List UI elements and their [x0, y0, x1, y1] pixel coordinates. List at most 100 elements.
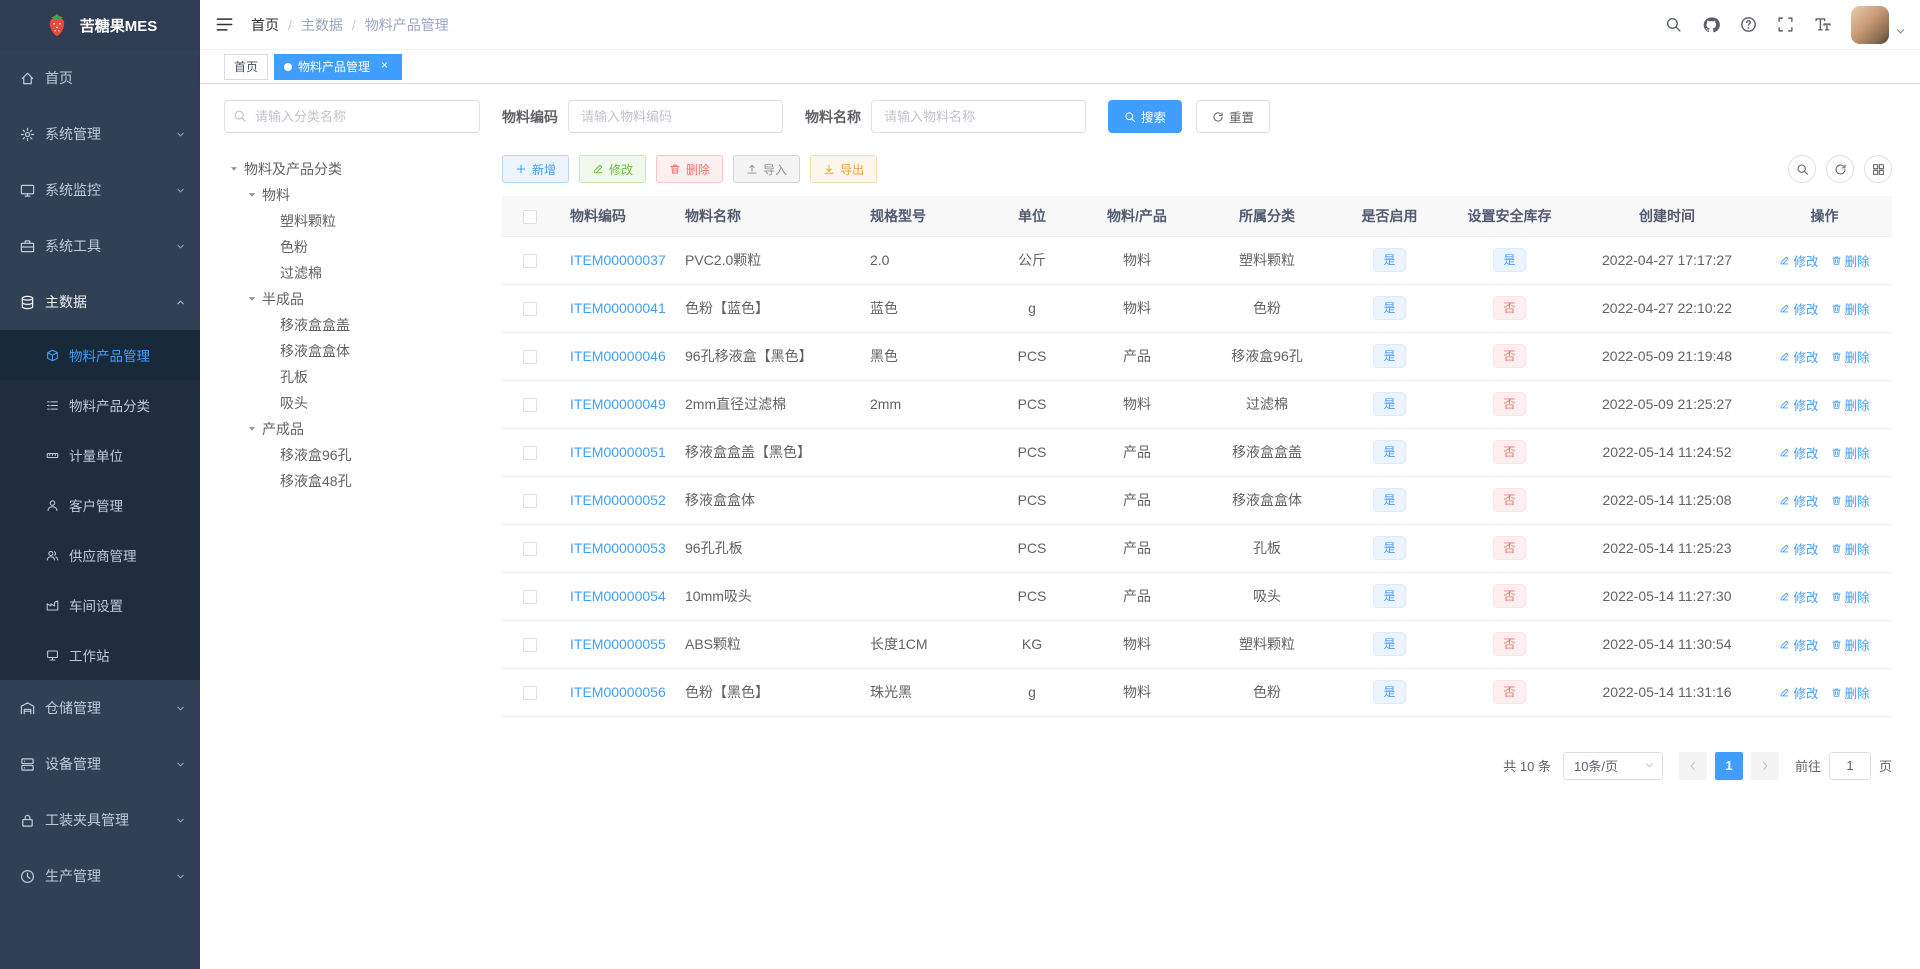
material-code-input[interactable]	[568, 100, 783, 133]
search-icon[interactable]	[1788, 155, 1816, 183]
tree-node[interactable]: 移液盒盒盖	[224, 312, 480, 338]
material-name-input[interactable]	[871, 100, 1086, 133]
tree-node[interactable]: 孔板	[224, 364, 480, 390]
refresh-icon[interactable]	[1826, 155, 1854, 183]
sidebar-item-supplier-management[interactable]: 供应商管理	[0, 530, 200, 580]
material-code-link[interactable]: ITEM00000052	[570, 492, 666, 508]
import-button[interactable]: 导入	[733, 155, 801, 183]
row-checkbox[interactable]	[522, 542, 537, 557]
row-checkbox[interactable]	[522, 398, 537, 413]
reset-button[interactable]: 重置	[1196, 100, 1271, 133]
page-size-select[interactable]: 10条/页	[1562, 751, 1663, 780]
sidebar-item-system-management[interactable]: 系统管理	[0, 106, 200, 162]
columns-icon[interactable]	[1864, 155, 1892, 183]
delete-row-link[interactable]: 删除	[1831, 299, 1870, 318]
delete-row-link[interactable]: 删除	[1831, 683, 1870, 702]
tree-node[interactable]: 色粉	[224, 234, 480, 260]
edit-row-link[interactable]: 修改	[1779, 491, 1819, 510]
delete-row-link[interactable]: 删除	[1831, 251, 1870, 270]
sidebar-item-material-product-management[interactable]: 物料产品管理	[0, 330, 200, 380]
next-page-button[interactable]	[1750, 751, 1779, 780]
add-button[interactable]: 新增	[502, 155, 570, 183]
sidebar-item-equipment-management[interactable]: 设备管理	[0, 736, 200, 792]
search-button[interactable]: 搜索	[1108, 100, 1183, 133]
github-icon[interactable]	[1692, 0, 1730, 50]
edit-row-link[interactable]: 修改	[1779, 587, 1819, 606]
goto-page-input[interactable]	[1828, 751, 1871, 780]
edit-row-link[interactable]: 修改	[1779, 635, 1819, 654]
material-code-link[interactable]: ITEM00000053	[570, 540, 666, 556]
tree-node[interactable]: 塑料颗粒	[224, 208, 480, 234]
export-button[interactable]: 导出	[810, 155, 878, 183]
material-code-link[interactable]: ITEM00000046	[570, 348, 666, 364]
delete-button[interactable]: 删除	[656, 155, 724, 183]
sidebar-item-production-management[interactable]: 生产管理	[0, 848, 200, 904]
prev-page-button[interactable]	[1678, 751, 1707, 780]
row-checkbox[interactable]	[522, 350, 537, 365]
tree-node[interactable]: 吸头	[224, 390, 480, 416]
delete-row-link[interactable]: 删除	[1831, 347, 1870, 366]
tab-home[interactable]: 首页	[224, 53, 269, 80]
row-checkbox[interactable]	[522, 254, 537, 269]
search-icon[interactable]	[1655, 0, 1692, 50]
tree-node[interactable]: 移液盒盒体	[224, 338, 480, 364]
close-icon[interactable]: ×	[377, 59, 392, 74]
edit-button[interactable]: 修改	[579, 155, 647, 183]
material-code-link[interactable]: ITEM00000055	[570, 636, 666, 652]
tree-node[interactable]: 物料及产品分类	[224, 156, 480, 182]
sidebar-item-master-data[interactable]: 主数据	[0, 274, 200, 330]
sidebar-item-home[interactable]: 首页	[0, 50, 200, 106]
user-menu-caret-icon[interactable]	[1895, 26, 1906, 37]
sidebar-item-warehouse-management[interactable]: 仓储管理	[0, 680, 200, 736]
edit-row-link[interactable]: 修改	[1779, 299, 1819, 318]
tree-node[interactable]: 物料	[224, 182, 480, 208]
edit-row-link[interactable]: 修改	[1779, 347, 1819, 366]
edit-row-link[interactable]: 修改	[1779, 395, 1819, 414]
row-checkbox[interactable]	[522, 302, 537, 317]
user-avatar[interactable]	[1851, 5, 1889, 44]
sidebar-item-workshop-settings[interactable]: 车间设置	[0, 580, 200, 630]
row-checkbox[interactable]	[522, 446, 537, 461]
sidebar-item-fixture-management[interactable]: 工装夹具管理	[0, 792, 200, 848]
row-checkbox[interactable]	[522, 590, 537, 605]
tab-material-product-management[interactable]: 物料产品管理 ×	[274, 53, 403, 80]
row-checkbox[interactable]	[522, 686, 537, 701]
select-all-checkbox[interactable]	[522, 209, 537, 224]
edit-row-link[interactable]: 修改	[1779, 443, 1819, 462]
breadcrumb-item[interactable]: 首页	[251, 15, 279, 35]
edit-row-link[interactable]: 修改	[1779, 251, 1819, 270]
material-code-link[interactable]: ITEM00000054	[570, 588, 666, 604]
delete-row-link[interactable]: 删除	[1831, 395, 1870, 414]
delete-row-link[interactable]: 删除	[1831, 491, 1870, 510]
material-code-link[interactable]: ITEM00000049	[570, 396, 666, 412]
hamburger-icon[interactable]	[200, 0, 249, 49]
tree-node[interactable]: 移液盒96孔	[224, 442, 480, 468]
delete-row-link[interactable]: 删除	[1831, 635, 1870, 654]
edit-row-link[interactable]: 修改	[1779, 683, 1819, 702]
sidebar-item-workstation[interactable]: 工作站	[0, 630, 200, 680]
tree-node[interactable]: 产成品	[224, 416, 480, 442]
tree-node[interactable]: 过滤棉	[224, 260, 480, 286]
row-checkbox[interactable]	[522, 494, 537, 509]
tree-node[interactable]: 移液盒48孔	[224, 468, 480, 494]
app-logo[interactable]: 苦糖果MES	[0, 0, 200, 50]
material-code-link[interactable]: ITEM00000041	[570, 300, 666, 316]
sidebar-item-system-tools[interactable]: 系统工具	[0, 218, 200, 274]
help-icon[interactable]	[1730, 0, 1767, 50]
material-code-link[interactable]: ITEM00000037	[570, 252, 666, 268]
font-size-icon[interactable]	[1804, 0, 1841, 50]
delete-row-link[interactable]: 删除	[1831, 587, 1870, 606]
delete-row-link[interactable]: 删除	[1831, 539, 1870, 558]
tree-node[interactable]: 半成品	[224, 286, 480, 312]
row-checkbox[interactable]	[522, 638, 537, 653]
category-search-input[interactable]	[224, 100, 480, 133]
edit-row-link[interactable]: 修改	[1779, 539, 1819, 558]
sidebar-item-measurement-unit[interactable]: 计量单位	[0, 430, 200, 480]
sidebar-item-material-product-category[interactable]: 物料产品分类	[0, 380, 200, 430]
sidebar-item-system-monitor[interactable]: 系统监控	[0, 162, 200, 218]
material-code-link[interactable]: ITEM00000051	[570, 444, 666, 460]
fullscreen-icon[interactable]	[1767, 0, 1804, 50]
sidebar-item-customer-management[interactable]: 客户管理	[0, 480, 200, 530]
page-number-button[interactable]: 1	[1714, 751, 1743, 780]
material-code-link[interactable]: ITEM00000056	[570, 684, 666, 700]
